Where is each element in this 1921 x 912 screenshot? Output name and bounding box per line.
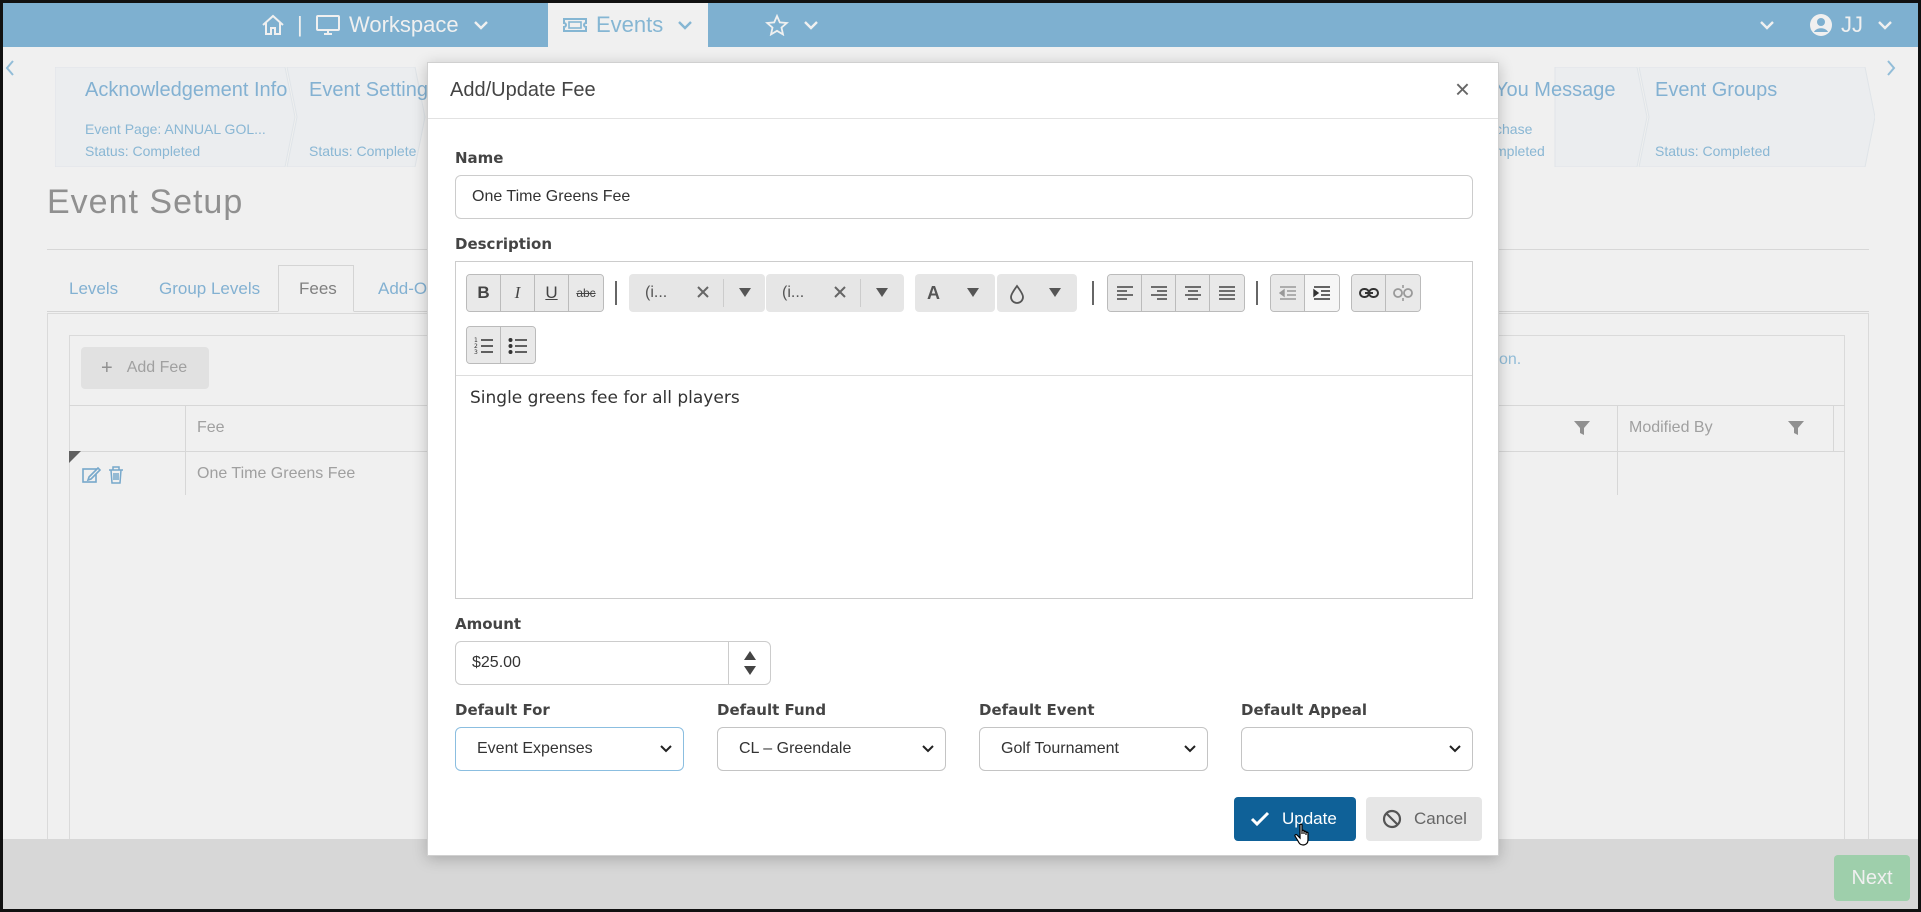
ban-icon <box>1382 809 1402 829</box>
app-window: Acknowledgement Info Event Page: ANNUAL … <box>0 0 1921 912</box>
default-for-value: Event Expenses <box>477 740 593 757</box>
list-group: 123 <box>466 326 536 364</box>
name-input[interactable]: One Time Greens Fee <box>455 175 1473 219</box>
align-center-icon[interactable] <box>1176 275 1210 311</box>
font-color-picker[interactable]: A <box>915 274 995 312</box>
chevron-down-icon <box>1449 745 1461 753</box>
editor-toolbar: B I U abc (i... (i... A 1 2 3 <box>456 262 1472 376</box>
default-appeal-label: Default Appeal <box>1241 701 1368 719</box>
amount-label: Amount <box>455 615 522 633</box>
alignment-group <box>1107 274 1245 312</box>
underline-button[interactable]: U <box>535 275 569 311</box>
svg-text:3: 3 <box>474 349 478 354</box>
clear-icon[interactable] <box>832 284 848 300</box>
default-appeal-select[interactable] <box>1241 727 1473 771</box>
numbered-list-icon[interactable]: 123 <box>467 327 501 363</box>
align-justify-icon[interactable] <box>1210 275 1244 311</box>
toolbar-separator <box>1256 281 1258 305</box>
default-event-label: Default Event <box>979 701 1095 719</box>
link-icon[interactable] <box>1352 275 1386 311</box>
toolbar-separator <box>615 281 617 305</box>
toolbar-separator <box>1092 281 1094 305</box>
add-update-fee-dialog: Add/Update Fee × Name One Time Greens Fe… <box>427 62 1499 856</box>
unlink-icon[interactable] <box>1386 275 1420 311</box>
italic-button[interactable]: I <box>501 275 535 311</box>
pointer-cursor-icon <box>1294 823 1312 847</box>
strikethrough-button[interactable]: abc <box>569 275 603 311</box>
indent-icon[interactable] <box>1305 275 1339 311</box>
link-group <box>1351 274 1421 312</box>
chevron-down-icon <box>660 745 672 753</box>
background-color-picker[interactable] <box>997 274 1077 312</box>
combo-divider <box>723 279 724 307</box>
combo-divider <box>860 279 861 307</box>
bold-button[interactable]: B <box>467 275 501 311</box>
dropdown-caret-icon[interactable] <box>739 288 751 297</box>
outdent-icon[interactable] <box>1271 275 1305 311</box>
default-fund-label: Default Fund <box>717 701 827 719</box>
align-right-icon[interactable] <box>1142 275 1176 311</box>
text-style-group: B I U abc <box>466 274 604 312</box>
font-color-icon: A <box>927 282 940 303</box>
droplet-icon <box>1009 284 1025 304</box>
font-size-value: (i... <box>782 284 805 301</box>
indent-group <box>1270 274 1340 312</box>
dropdown-caret-icon <box>1049 288 1061 297</box>
description-label: Description <box>455 235 553 253</box>
font-name-value: (i... <box>645 284 668 301</box>
cancel-label: Cancel <box>1414 809 1467 828</box>
dialog-title: Add/Update Fee <box>450 79 596 101</box>
dropdown-caret-icon[interactable] <box>876 288 888 297</box>
default-event-select[interactable]: Golf Tournament <box>979 727 1208 771</box>
description-text[interactable]: Single greens fee for all players <box>470 388 740 408</box>
default-for-select[interactable]: Event Expenses <box>455 727 684 771</box>
chevron-down-icon <box>1184 745 1196 753</box>
dialog-header: Add/Update Fee × <box>428 63 1498 119</box>
default-fund-value: CL – Greendale <box>739 740 852 757</box>
align-left-icon[interactable] <box>1108 275 1142 311</box>
increment-icon[interactable] <box>743 651 756 660</box>
bulleted-list-icon[interactable] <box>501 327 535 363</box>
amount-value: $25.00 <box>472 654 521 671</box>
close-icon[interactable]: × <box>1455 76 1470 102</box>
default-event-value: Golf Tournament <box>1001 740 1119 757</box>
amount-input[interactable]: $25.00 <box>455 641 771 685</box>
checkmark-icon <box>1250 811 1270 827</box>
amount-spinner <box>728 642 770 684</box>
name-label: Name <box>455 149 504 167</box>
cancel-button[interactable]: Cancel <box>1366 797 1482 841</box>
default-fund-select[interactable]: CL – Greendale <box>717 727 946 771</box>
description-editor: B I U abc (i... (i... A 1 2 3 Single gre… <box>455 261 1473 599</box>
clear-icon[interactable] <box>695 284 711 300</box>
font-name-combo[interactable]: (i... <box>629 274 765 312</box>
default-for-label: Default For <box>455 701 550 719</box>
decrement-icon[interactable] <box>743 666 756 675</box>
chevron-down-icon <box>922 745 934 753</box>
dropdown-caret-icon <box>967 288 979 297</box>
font-size-combo[interactable]: (i... <box>766 274 904 312</box>
